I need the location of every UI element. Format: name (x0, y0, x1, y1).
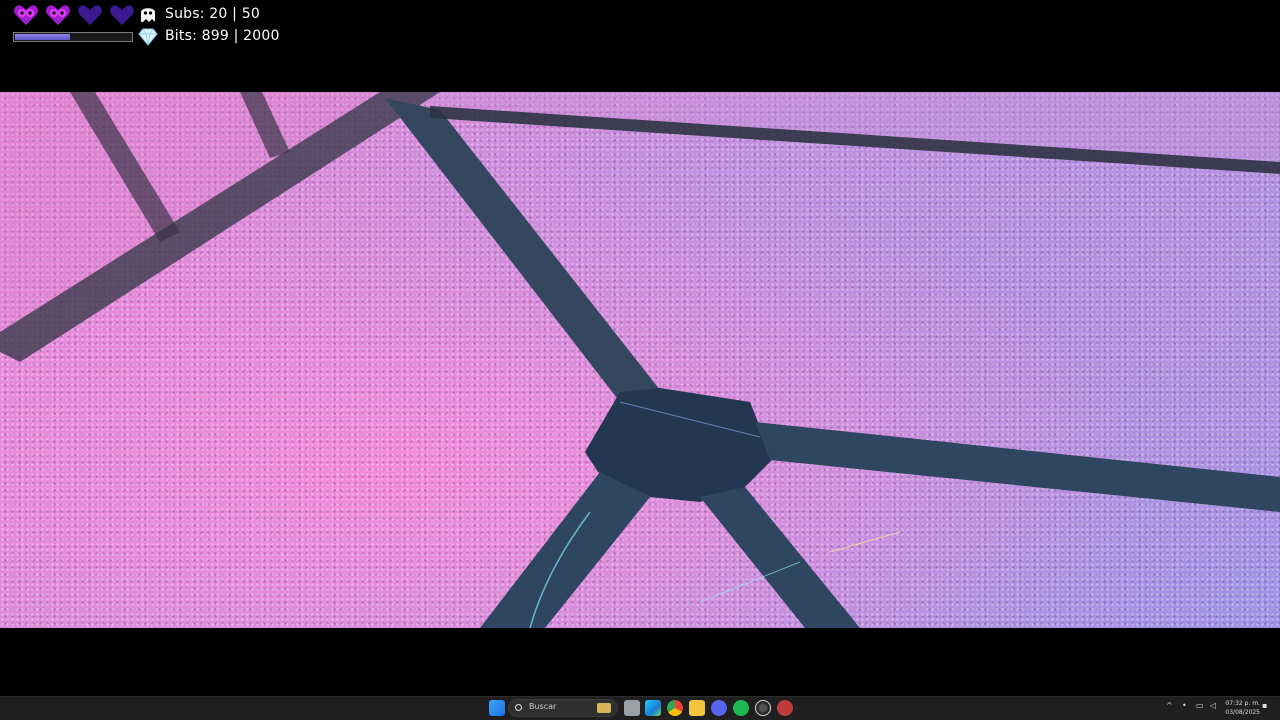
video-stadium-crowd (0, 92, 1280, 628)
progress-fill (15, 34, 71, 40)
mic-icon[interactable]: • (1182, 701, 1187, 710)
notification-icon[interactable]: ▪ (1262, 701, 1267, 710)
heart-empty-icon (108, 3, 136, 28)
search-icon (515, 704, 522, 711)
heart-icon (44, 3, 72, 28)
clock-time: 07:32 p. m. (1225, 700, 1260, 707)
task-view-icon[interactable] (624, 700, 640, 716)
network-icon[interactable]: ▭ (1196, 701, 1204, 710)
stadium-walkways (0, 92, 1280, 628)
taskbar-clock[interactable]: 07:32 p. m. 03/08/2025 (1225, 699, 1260, 717)
windows-start-icon[interactable] (489, 700, 505, 716)
subs-counter: Subs: 20 | 50 (165, 6, 260, 22)
app-icon[interactable] (777, 700, 793, 716)
clock-date: 03/08/2025 (1225, 709, 1260, 716)
spotify-icon[interactable] (733, 700, 749, 716)
taskbar-search[interactable]: Buscar (508, 699, 618, 717)
hearts-row (12, 2, 136, 28)
chrome-icon[interactable] (667, 700, 683, 716)
letterbox-bottom (0, 628, 1280, 696)
diamond-icon (138, 28, 158, 46)
heart-icon (12, 3, 40, 28)
search-label: Buscar (529, 702, 557, 711)
discord-icon[interactable] (711, 700, 727, 716)
subs-progress-bar (13, 32, 133, 42)
bits-counter: Bits: 899 | 2000 (165, 28, 280, 44)
stream-hud: Subs: 20 | 50 Bits: 899 | 2000 (0, 0, 1280, 92)
widgets-icon (597, 703, 611, 713)
volume-icon[interactable]: ◁ (1210, 701, 1216, 710)
obs-icon[interactable] (755, 700, 771, 716)
chevron-up-icon[interactable]: ^ (1166, 701, 1173, 710)
ghost-icon (141, 8, 155, 22)
windows-taskbar: Buscar ^ • ▭ ◁ 07:32 p. m. 03/08/2025 ▪ (0, 696, 1280, 720)
folder-icon[interactable] (689, 700, 705, 716)
edge-icon[interactable] (645, 700, 661, 716)
heart-empty-icon (76, 3, 104, 28)
